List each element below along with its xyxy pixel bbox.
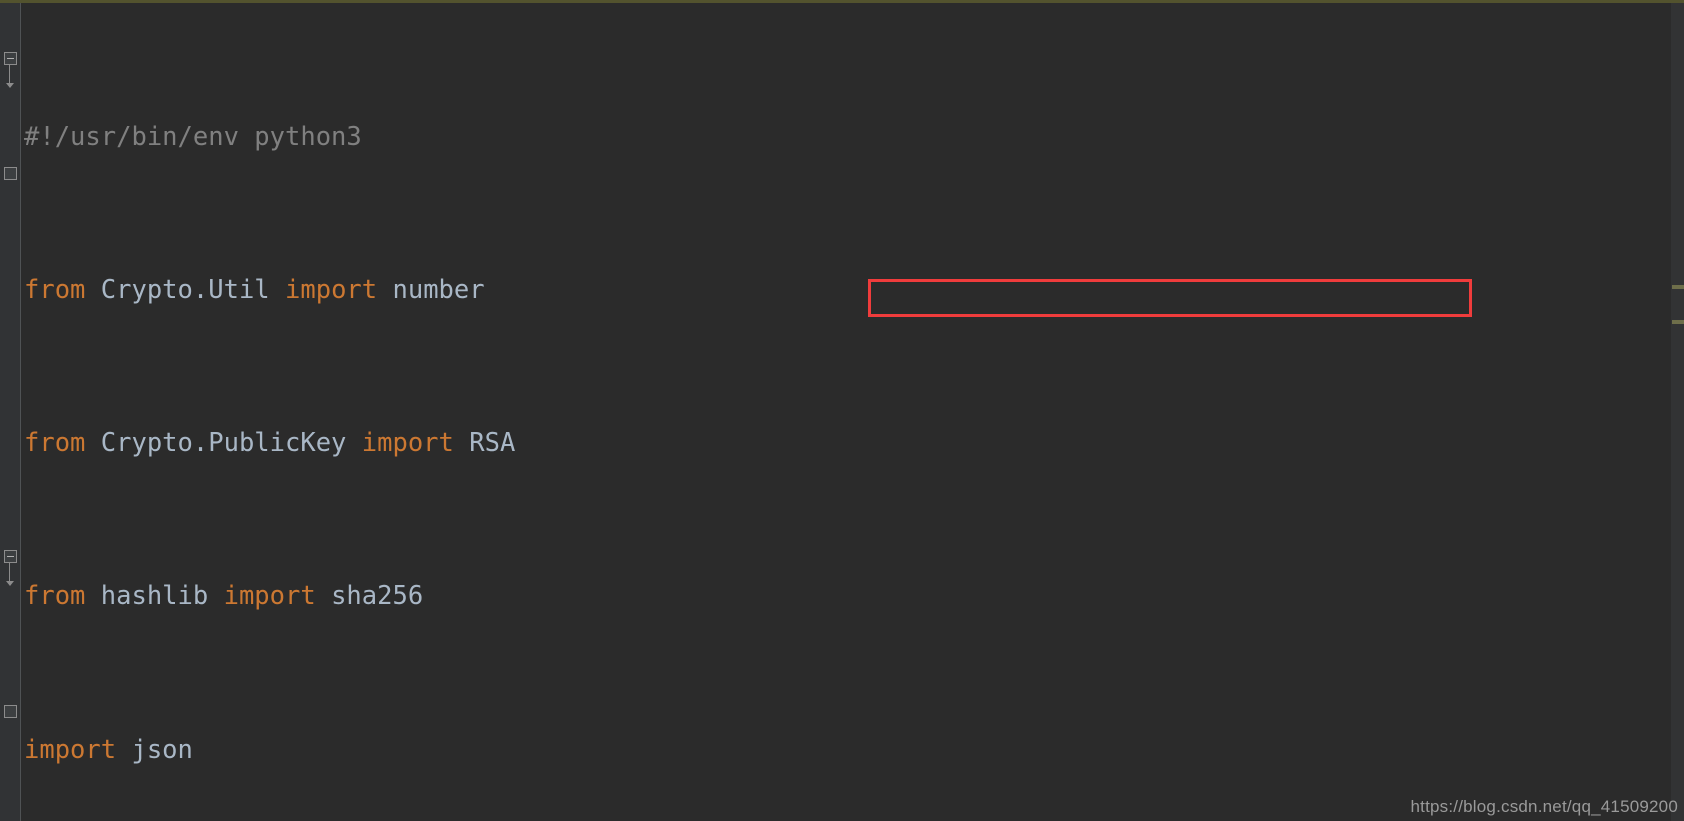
code-line-5: import json xyxy=(21,731,1684,769)
imported-rsa: RSA xyxy=(453,428,516,459)
fold-arrow-imports xyxy=(5,83,14,88)
code-text-area[interactable]: #!/usr/bin/env python3 from Crypto.Util … xyxy=(21,3,1684,821)
code-line-2: from Crypto.Util import number xyxy=(21,271,1684,309)
fold-marker-imports[interactable] xyxy=(4,52,17,65)
editor-scrollbar[interactable] xyxy=(1671,3,1684,821)
code-editor-screenshot: #!/usr/bin/env python3 from Crypto.Util … xyxy=(0,0,1684,821)
blog-watermark: https://blog.csdn.net/qq_41509200 xyxy=(1410,797,1678,816)
code-line-4: from hashlib import sha256 xyxy=(21,577,1684,615)
keyword-from: from xyxy=(24,275,86,306)
shebang-comment: #!/usr/bin/env python3 xyxy=(24,121,362,152)
keyword-import: import xyxy=(24,734,117,765)
fold-marker-for-loop[interactable] xyxy=(4,550,17,563)
module-hashlib: hashlib xyxy=(85,581,224,612)
fold-region-line-for xyxy=(9,563,10,581)
keyword-import: import xyxy=(223,581,316,612)
fold-region-line-imports xyxy=(9,65,10,83)
keyword-import: import xyxy=(285,275,378,306)
module-crypto-publickey: Crypto.PublicKey xyxy=(85,428,362,459)
fold-marker-for-end[interactable] xyxy=(4,705,17,718)
imported-json: json xyxy=(116,734,193,765)
keyword-from: from xyxy=(24,581,86,612)
imported-number: number xyxy=(377,275,485,306)
keyword-import: import xyxy=(361,428,454,459)
fold-arrow-for-loop xyxy=(5,581,14,586)
module-crypto-util: Crypto.Util xyxy=(85,275,286,306)
code-line-3: from Crypto.PublicKey import RSA xyxy=(21,424,1684,462)
keyword-from: from xyxy=(24,428,86,459)
editor-gutter[interactable] xyxy=(0,3,20,821)
imported-sha256: sha256 xyxy=(315,581,424,612)
fold-marker-imports-end[interactable] xyxy=(4,167,17,180)
scrollbar-marker[interactable] xyxy=(1672,285,1684,289)
scrollbar-marker[interactable] xyxy=(1672,320,1684,324)
code-line-1: #!/usr/bin/env python3 xyxy=(21,118,1684,156)
